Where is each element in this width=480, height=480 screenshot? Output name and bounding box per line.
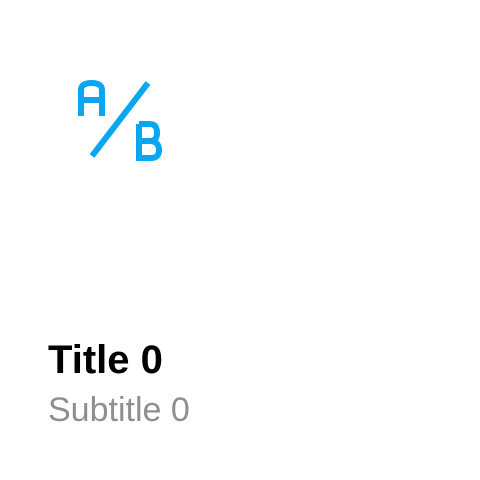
card-title: Title 0 (48, 338, 163, 382)
card-subtitle: Subtitle 0 (48, 391, 190, 429)
list-card[interactable]: Title 0 Subtitle 0 (0, 0, 480, 480)
ab-test-icon (78, 79, 163, 161)
